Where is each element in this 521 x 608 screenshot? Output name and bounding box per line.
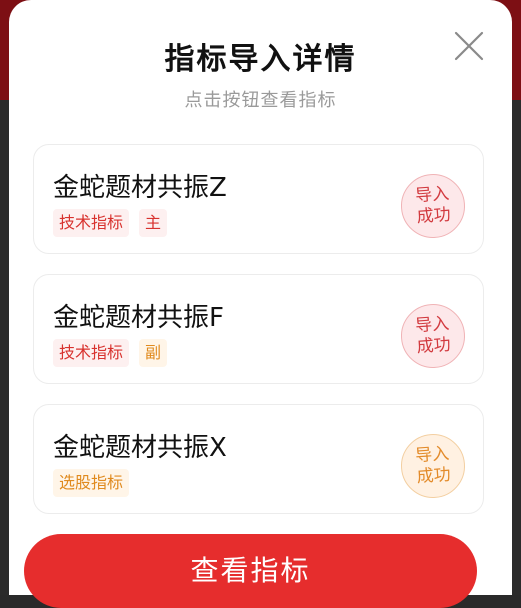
stamp-line-1: 导入 (414, 443, 450, 467)
indicator-position-tag: 副 (139, 339, 168, 367)
dialog-subtitle: 点击按钮查看指标 (184, 90, 337, 111)
import-success-stamp: 导入 成功 (398, 301, 468, 371)
dialog-title: 指标导入详情 (164, 42, 357, 77)
indicator-card[interactable]: 金蛇题材共振X 选股指标 导入 成功 (33, 404, 484, 514)
indicator-tags: 选股指标 (53, 469, 130, 497)
indicator-card[interactable]: 金蛇题材共振F 技术指标 副 导入 成功 (33, 274, 484, 384)
stamp-line-2: 成功 (416, 204, 452, 228)
stamp-line-2: 成功 (416, 334, 452, 358)
stamp-line-1: 导入 (414, 313, 450, 337)
close-icon (454, 31, 484, 61)
indicator-tags: 技术指标 副 (53, 339, 168, 367)
indicator-type-tag: 技术指标 (53, 339, 130, 367)
stamp-line-2: 成功 (416, 464, 452, 488)
view-indicators-button[interactable]: 查看指标 (24, 534, 477, 608)
indicator-name: 金蛇题材共振F (53, 303, 224, 333)
indicator-type-tag: 技术指标 (53, 209, 130, 237)
indicator-position-tag: 主 (139, 209, 168, 237)
import-success-stamp: 导入 成功 (398, 171, 468, 241)
indicator-name: 金蛇题材共振Z (53, 173, 227, 203)
indicator-tags: 技术指标 主 (53, 209, 168, 237)
close-button[interactable] (453, 30, 485, 62)
import-details-dialog: 指标导入详情 点击按钮查看指标 金蛇题材共振Z 技术指标 主 导入 成功 金蛇题… (9, 0, 512, 595)
indicator-type-tag: 选股指标 (53, 469, 130, 497)
import-success-stamp: 导入 成功 (398, 431, 468, 501)
indicator-name: 金蛇题材共振X (53, 433, 227, 463)
stamp-line-1: 导入 (414, 183, 450, 207)
indicator-card[interactable]: 金蛇题材共振Z 技术指标 主 导入 成功 (33, 144, 484, 254)
